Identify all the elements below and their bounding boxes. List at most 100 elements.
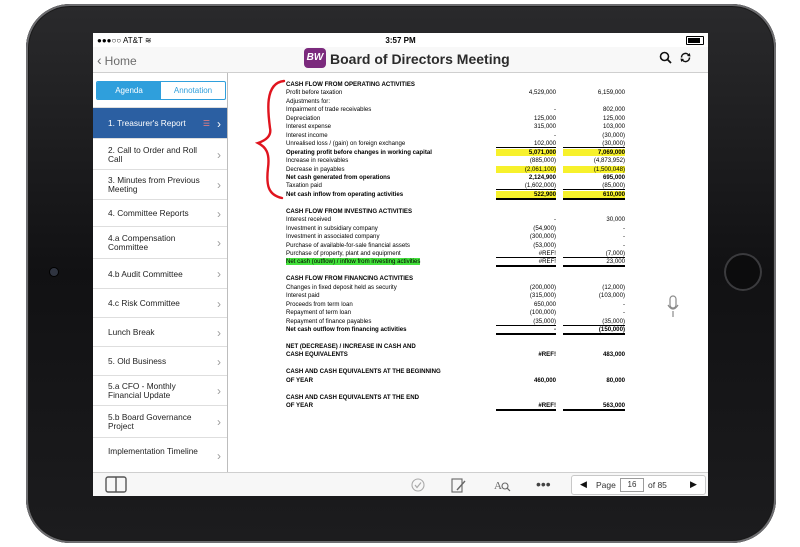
value-current-year: #REF! bbox=[496, 250, 556, 258]
text-search-icon[interactable]: A bbox=[494, 478, 511, 495]
row-label: Interest paid bbox=[286, 292, 320, 300]
agenda-item-label: 5. Old Business bbox=[108, 356, 167, 366]
value-current-year: (54,900) bbox=[533, 224, 556, 232]
row-label: Interest received bbox=[286, 216, 332, 224]
value-current-year: (315,000) bbox=[529, 292, 556, 300]
row-label: Proceeds from term loan bbox=[286, 300, 353, 308]
agenda-item[interactable]: 4.b Audit Committee › bbox=[93, 258, 227, 288]
clock: 3:57 PM bbox=[385, 36, 416, 45]
sidebar-tabs: Agenda Annotation bbox=[96, 81, 226, 100]
nav-bar: ‹ Home BW Board of Directors Meeting bbox=[93, 47, 708, 73]
value-prior-year: 6,159,000 bbox=[597, 89, 625, 97]
row-label: Purchase of property, plant and equipmen… bbox=[286, 250, 401, 257]
value-current-year: 125,000 bbox=[533, 114, 556, 122]
chevron-right-icon: › bbox=[217, 206, 221, 221]
row-label: OF YEAR bbox=[286, 376, 313, 384]
page-label: Page bbox=[596, 480, 616, 490]
next-page-icon[interactable]: ▶ bbox=[690, 479, 697, 490]
value-current-year: 2,124,900 bbox=[528, 173, 556, 181]
annotation-marker-icon: ☰ bbox=[202, 119, 210, 128]
chevron-left-icon: ‹ bbox=[97, 52, 102, 68]
page-title: Board of Directors Meeting bbox=[330, 51, 510, 67]
agenda-item[interactable]: 5. Old Business › bbox=[93, 346, 227, 375]
row-label: Depreciation bbox=[286, 114, 321, 122]
microphone-icon[interactable] bbox=[666, 295, 680, 319]
value-prior-year: 80,000 bbox=[606, 376, 625, 384]
checkmark-icon[interactable] bbox=[411, 478, 425, 495]
value-current-year: - bbox=[553, 216, 556, 224]
value-current-year: (1,602,000) bbox=[496, 182, 556, 191]
value-prior-year: - bbox=[622, 309, 625, 317]
value-current-year: 650,000 bbox=[533, 300, 556, 308]
agenda-item-label: 1. Treasurer's Report bbox=[108, 118, 186, 128]
row-label: Interest expense bbox=[286, 123, 332, 131]
tab-agenda[interactable]: Agenda bbox=[97, 82, 161, 99]
screen: ●●●○○ AT&T ≋ 3:57 PM ‹ Home BW Board of D… bbox=[93, 33, 708, 496]
row-label: Net cash generated from operations bbox=[286, 173, 391, 181]
row-label: Purchase of available-for-sale financial… bbox=[286, 241, 410, 249]
chevron-right-icon: › bbox=[217, 384, 221, 398]
document-page: CASH FLOW FROM OPERATING ACTIVITIES Profi… bbox=[228, 73, 708, 472]
chevron-right-icon: › bbox=[217, 147, 221, 162]
row-label: Unrealised loss / (gain) on foreign exch… bbox=[286, 140, 406, 148]
agenda-item[interactable]: Lunch Break › bbox=[93, 317, 227, 346]
agenda-item[interactable]: 4.c Risk Committee › bbox=[93, 288, 227, 317]
book-icon[interactable] bbox=[105, 476, 127, 496]
agenda-item[interactable]: 4.a Compensation Committee › bbox=[93, 226, 227, 258]
value-prior-year: 483,000 bbox=[602, 351, 625, 359]
more-icon[interactable]: ••• bbox=[536, 476, 551, 492]
bottom-toolbar: A ••• ◀ Page 16 of 85 ▶ bbox=[93, 472, 708, 496]
row-label: Net cash inflow from operating activitie… bbox=[286, 190, 404, 198]
value-prior-year: (4,873,952) bbox=[593, 157, 625, 165]
agenda-item-label: 2. Call to Order and Roll Call bbox=[108, 144, 198, 164]
value-prior-year: - bbox=[622, 241, 625, 249]
back-button[interactable]: ‹ Home bbox=[97, 52, 137, 68]
value-current-year: - bbox=[553, 106, 556, 114]
row-label: Impairment of trade receivables bbox=[286, 106, 372, 114]
svg-text:A: A bbox=[494, 480, 502, 492]
value-prior-year: (103,000) bbox=[598, 292, 625, 300]
row-label: Increase in receivables bbox=[286, 157, 349, 165]
agenda-item[interactable]: 2. Call to Order and Roll Call › bbox=[93, 138, 227, 169]
page-number-input[interactable]: 16 bbox=[620, 478, 644, 492]
value-current-year: (885,000) bbox=[529, 157, 556, 165]
value-prior-year: - bbox=[622, 224, 625, 232]
agenda-item[interactable]: 5.b Board Governance Project › bbox=[93, 405, 227, 437]
chevron-right-icon: › bbox=[217, 354, 221, 369]
row-label: Changes in fixed deposit held as securit… bbox=[286, 283, 397, 291]
value-prior-year: (85,000) bbox=[563, 182, 625, 191]
chevron-right-icon: › bbox=[217, 325, 221, 340]
value-prior-year: 802,000 bbox=[602, 106, 625, 114]
chevron-right-icon: › bbox=[217, 116, 221, 131]
agenda-item[interactable]: 5.a CFO - Monthly Financial Update › bbox=[93, 375, 227, 405]
value-prior-year: (35,000) bbox=[563, 318, 625, 326]
tab-annotation[interactable]: Annotation bbox=[161, 82, 225, 99]
value-prior-year: 563,000 bbox=[563, 402, 625, 412]
previous-page-icon[interactable]: ◀ bbox=[580, 479, 587, 490]
statement-row: OF YEAR #REF! 563,000 bbox=[286, 402, 648, 412]
chevron-right-icon: › bbox=[217, 296, 221, 311]
value-current-year: (200,000) bbox=[529, 283, 556, 291]
value-prior-year: 30,000 bbox=[606, 216, 625, 224]
row-label: Repayment of term loan bbox=[286, 309, 352, 317]
battery-indicator bbox=[684, 36, 704, 46]
value-prior-year: 103,000 bbox=[602, 123, 625, 131]
search-icon[interactable] bbox=[659, 51, 672, 67]
value-prior-year: (12,000) bbox=[602, 283, 625, 291]
agenda-item-label: 4.b Audit Committee bbox=[108, 268, 183, 279]
row-label: Net cash outflow from financing activiti… bbox=[286, 326, 407, 334]
home-button[interactable] bbox=[724, 253, 762, 291]
value-current-year: (53,000) bbox=[533, 241, 556, 249]
row-label: CASH AND CASH EQUIVALENTS AT THE END bbox=[286, 393, 420, 401]
agenda-item[interactable]: 4. Committee Reports › bbox=[93, 199, 227, 226]
agenda-item[interactable]: Implementation Timeline › bbox=[93, 437, 227, 472]
value-current-year: 102,000 bbox=[496, 140, 556, 149]
value-current-year: 315,000 bbox=[533, 123, 556, 131]
page-navigator: ◀ Page 16 of 85 ▶ bbox=[571, 475, 706, 495]
note-pencil-icon[interactable] bbox=[451, 478, 466, 496]
sync-icon[interactable] bbox=[679, 51, 692, 67]
agenda-item[interactable]: 1. Treasurer's Report ☰ › bbox=[93, 107, 227, 138]
chevron-right-icon: › bbox=[217, 236, 221, 250]
agenda-item[interactable]: 3. Minutes from Previous Meeting › bbox=[93, 169, 227, 199]
value-prior-year: - bbox=[622, 300, 625, 308]
